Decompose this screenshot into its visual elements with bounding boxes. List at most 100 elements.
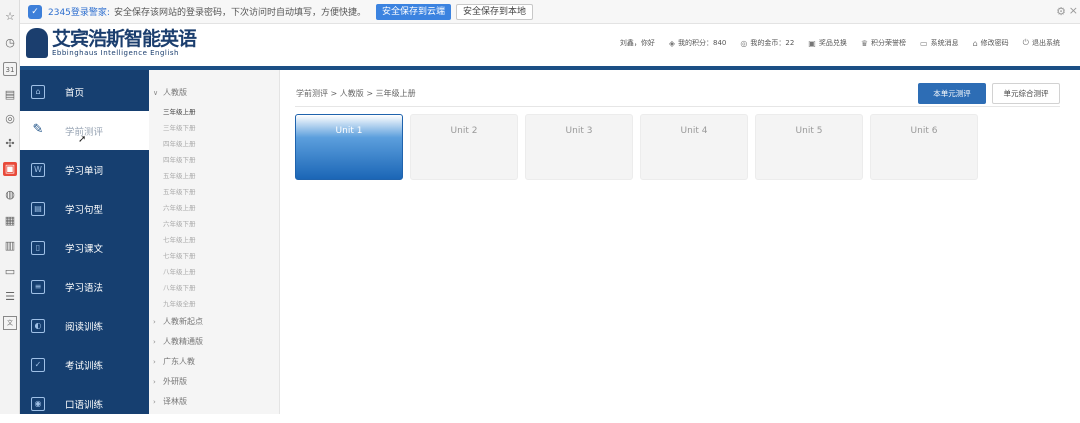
tree-grade-8b[interactable]: 八年级下册: [163, 282, 196, 292]
game-icon[interactable]: ◍: [3, 188, 17, 202]
save-cloud-button[interactable]: 安全保存到云端: [375, 3, 451, 20]
sidebar-item-label: 学习单词: [65, 165, 104, 177]
shop-icon[interactable]: ▣: [3, 162, 17, 176]
unit-card-4[interactable]: Unit 4: [640, 114, 748, 180]
notify-message: 安全保存该网站的登录密码，下次访问时自动填写，方便快捷。: [113, 8, 366, 18]
logo-subtitle: Ebbinghaus Intelligence English: [52, 49, 179, 57]
app-icon[interactable]: ▤: [3, 88, 17, 102]
sidebar-item-speaking[interactable]: ◉ 口语训练: [20, 384, 149, 423]
sidebar-item-label: 学习句型: [65, 204, 104, 216]
nav-points[interactable]: ◈ 我的积分：840: [669, 38, 727, 48]
sidebar-item-exam[interactable]: ✓ 考试训练: [20, 345, 149, 384]
chain-icon[interactable]: ✣: [3, 137, 17, 151]
unit-card-5[interactable]: Unit 5: [755, 114, 863, 180]
chevron-down-icon: ∨: [153, 88, 159, 97]
clock-icon[interactable]: ◷: [3, 36, 17, 50]
reading-icon: ◐: [31, 318, 45, 333]
sidebar-item-sentences[interactable]: ▤ 学习句型: [20, 189, 149, 228]
calendar-day: 31: [5, 66, 15, 74]
tree-grade-7b[interactable]: 七年级下册: [163, 250, 196, 260]
word-icon: W: [31, 162, 45, 177]
notify-brand: 2345登录警家:: [48, 8, 110, 18]
tree-node-label: 广东人教: [163, 357, 195, 366]
tree-node-label: 外研版: [163, 377, 187, 386]
tree-grade-3b[interactable]: 三年级下册: [163, 122, 196, 132]
translate-icon[interactable]: 文: [3, 316, 17, 330]
tree-grade-5a[interactable]: 五年级上册: [163, 170, 196, 180]
nav-gold[interactable]: ◎ 我的金币：22: [740, 38, 794, 48]
main-sidebar: ⌂ 首页 ✎ 学前测评 W 学习单词 ▤ 学习句型 ▯ 学习课文 ≡ 学习语法 …: [20, 70, 149, 414]
logo[interactable]: 艾宾浩斯智能英语 Ebbinghaus Intelligence English: [26, 28, 197, 58]
tree-node-fltrp[interactable]: › 外研版: [153, 376, 187, 387]
sidebar-item-label: 学习语法: [65, 282, 104, 294]
unit-list: Unit 1 Unit 2 Unit 3 Unit 4 Unit 5 Unit …: [295, 114, 985, 180]
book-icon: ▤: [31, 201, 45, 216]
nav-logout[interactable]: ⏻ 退出系统: [1023, 38, 1060, 48]
password-save-bar: ✓ 2345登录警家: 安全保存该网站的登录密码，下次访问时自动填写，方便快捷。…: [20, 0, 1080, 24]
sidebar-item-words[interactable]: W 学习单词: [20, 150, 149, 189]
nav-system-message[interactable]: ▭ 系统消息: [920, 38, 959, 48]
textbook-tree: ∨ 人教版 三年级上册 三年级下册 四年级上册 四年级下册 五年级上册 五年级下…: [149, 70, 280, 414]
chevron-right-icon: ›: [153, 377, 156, 386]
tree-grade-3a[interactable]: 三年级上册: [163, 106, 196, 116]
save-local-button[interactable]: 安全保存到本地: [455, 3, 533, 20]
sidebar-item-label: 首页: [65, 87, 85, 99]
tree-grade-9[interactable]: 九年级全册: [163, 298, 196, 308]
tree-grade-4a[interactable]: 四年级上册: [163, 138, 196, 148]
message-icon: ▭: [920, 38, 928, 48]
film-icon[interactable]: ▥: [3, 239, 17, 253]
main-content: 学前测评 > 人教版 > 三年级上册 本单元测评 单元综合测评 Unit 1 U…: [280, 70, 1080, 414]
combined-test-button[interactable]: 单元综合测评: [992, 83, 1060, 104]
coins-icon: ◈: [668, 38, 676, 48]
chevron-right-icon: ›: [153, 317, 156, 326]
logo-title: 艾宾浩斯智能英语: [52, 28, 197, 50]
nav-prize-exchange[interactable]: ▣ 奖品兑换: [808, 38, 847, 48]
tree-node-guangdong[interactable]: › 广东人教: [153, 356, 195, 367]
sidebar-item-reading[interactable]: ◐ 阅读训练: [20, 306, 149, 345]
nav-honor-board[interactable]: ♛ 积分荣誉榜: [861, 38, 906, 48]
save-icon[interactable]: ▭: [3, 265, 17, 279]
tree-grade-5b[interactable]: 五年级下册: [163, 186, 196, 196]
tree-grade-4b[interactable]: 四年级下册: [163, 154, 196, 164]
tree-node-pep-new[interactable]: › 人教新起点: [153, 316, 203, 327]
shield-icon: ✓: [28, 4, 42, 19]
tree-node-pep-jt[interactable]: › 人教精通版: [153, 336, 203, 347]
unit-card-6[interactable]: Unit 6: [870, 114, 978, 180]
tree-node-label: 译林版: [163, 397, 187, 406]
gift-icon: ▣: [808, 38, 816, 48]
browser-sidebar: ☆ ◷ 31 ▤ ◎ ✣ ▣ ◍ ▦ ▥ ▭ ☰ 文: [0, 0, 20, 414]
unit-test-button[interactable]: 本单元测评: [918, 83, 986, 104]
site-header: 艾宾浩斯智能英语 Ebbinghaus Intelligence English…: [20, 24, 1080, 66]
unit-card-1[interactable]: Unit 1: [295, 114, 403, 180]
tree-node-yilin[interactable]: › 译林版: [153, 396, 187, 407]
tree-grade-8a[interactable]: 八年级上册: [163, 266, 196, 276]
exam-icon: ✓: [31, 357, 45, 372]
tree-node-pep[interactable]: ∨ 人教版: [153, 87, 187, 98]
sidebar-item-label: 口语训练: [65, 399, 104, 411]
grammar-icon: ≡: [31, 279, 45, 294]
calendar-icon[interactable]: 31: [3, 62, 17, 76]
gear-icon[interactable]: ⚙: [1056, 5, 1066, 18]
content-divider: [295, 106, 1060, 107]
close-icon[interactable]: ×: [1069, 4, 1078, 17]
tree-grade-6b[interactable]: 六年级下册: [163, 218, 196, 228]
mouse-cursor-icon: ➚: [78, 134, 87, 145]
sidebar-item-home[interactable]: ⌂ 首页: [20, 72, 149, 111]
sidebar-item-texts[interactable]: ▯ 学习课文: [20, 228, 149, 267]
chat-icon[interactable]: ◎: [3, 112, 17, 126]
tree-grade-7a[interactable]: 七年级上册: [163, 234, 196, 244]
star-icon[interactable]: ☆: [3, 10, 17, 24]
unit-card-2[interactable]: Unit 2: [410, 114, 518, 180]
sidebar-item-grammar[interactable]: ≡ 学习语法: [20, 267, 149, 306]
unit-card-3[interactable]: Unit 3: [525, 114, 633, 180]
document-icon: ▯: [31, 240, 45, 255]
sidebar-item-label: 考试训练: [65, 360, 104, 372]
logo-portrait-icon: [26, 28, 48, 58]
speaking-icon: ◉: [31, 396, 45, 411]
power-icon: ⏻: [1022, 38, 1029, 47]
list-icon[interactable]: ☰: [3, 290, 17, 304]
tree-node-label: 人教版: [163, 88, 187, 97]
tree-grade-6a[interactable]: 六年级上册: [163, 202, 196, 212]
nav-change-password[interactable]: ⌂ 修改密码: [973, 38, 1009, 48]
grid-icon[interactable]: ▦: [3, 214, 17, 228]
